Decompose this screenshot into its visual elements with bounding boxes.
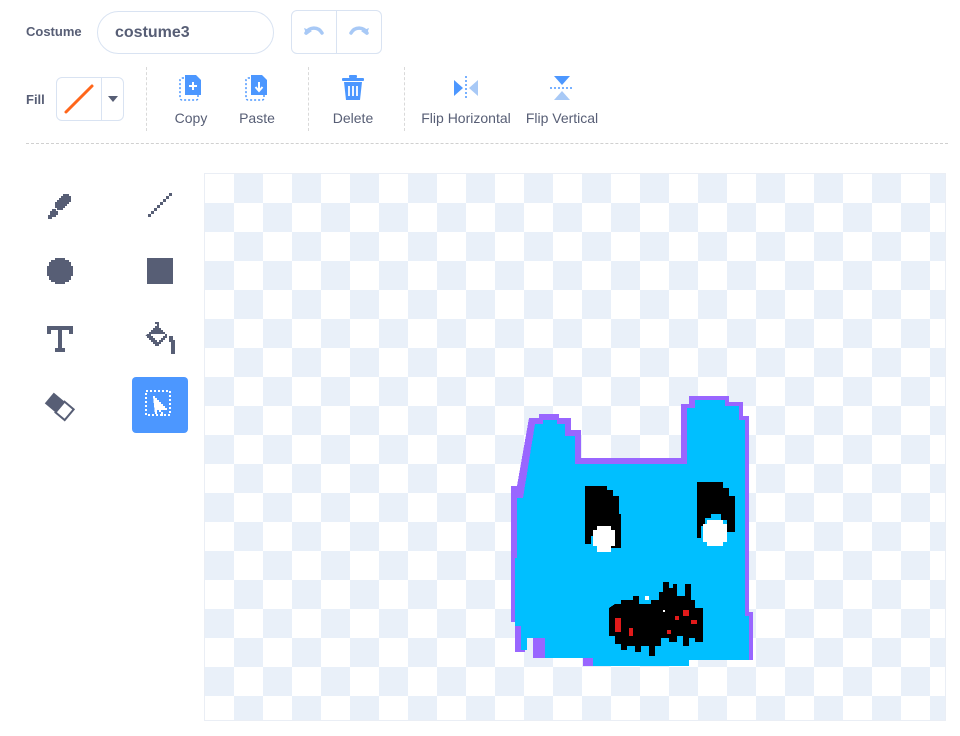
undo-button[interactable] (292, 11, 336, 53)
copy-label: Copy (174, 110, 208, 126)
text-tool[interactable] (32, 311, 88, 367)
line-icon (148, 193, 172, 217)
circle-icon (47, 258, 73, 284)
fill-dropdown-caret[interactable] (102, 78, 123, 120)
paste-icon (245, 75, 267, 101)
trash-icon (342, 75, 364, 100)
flip-horizontal-button[interactable]: Flip Horizontal (421, 74, 511, 126)
delete-label: Delete (332, 110, 374, 126)
rectangle-icon (147, 258, 173, 284)
select-tool[interactable] (132, 377, 188, 433)
circle-tool[interactable] (32, 243, 88, 299)
paint-bucket-icon (145, 322, 175, 354)
eraser-tool[interactable] (32, 379, 88, 435)
toolbar-divider (404, 67, 405, 131)
undo-redo-group (291, 10, 382, 54)
flip-vertical-label: Flip Vertical (525, 110, 599, 126)
toolbar-separator (26, 143, 948, 144)
fill-color-dropdown[interactable] (56, 77, 124, 121)
costume-name-input[interactable] (97, 11, 274, 54)
drawing-canvas[interactable] (204, 173, 946, 721)
select-arrow-icon (145, 390, 171, 416)
fill-swatch[interactable] (57, 78, 102, 120)
fill-swatch-icon (64, 84, 94, 114)
delete-button[interactable]: Delete (308, 74, 398, 126)
fill-label: Fill (26, 92, 45, 107)
paste-button[interactable]: Paste (212, 74, 302, 126)
copy-icon (179, 75, 201, 101)
text-icon (47, 326, 73, 352)
flip-vertical-button[interactable]: Flip Vertical (517, 74, 607, 126)
flip-vertical-icon (550, 76, 574, 100)
line-tool[interactable] (132, 177, 188, 233)
brush-icon (48, 194, 71, 219)
costume-label: Costume (26, 24, 82, 39)
sprite-drawing (511, 396, 753, 666)
fill-tool[interactable] (132, 311, 188, 367)
rectangle-tool[interactable] (132, 243, 188, 299)
flip-horizontal-label: Flip Horizontal (421, 110, 511, 126)
flip-horizontal-icon (454, 76, 478, 100)
brush-tool[interactable] (32, 177, 88, 233)
redo-button[interactable] (336, 11, 381, 53)
paste-label: Paste (239, 110, 275, 126)
eraser-icon (44, 392, 76, 422)
redo-icon (349, 26, 369, 35)
undo-icon (304, 26, 324, 35)
chevron-down-icon (107, 96, 118, 102)
